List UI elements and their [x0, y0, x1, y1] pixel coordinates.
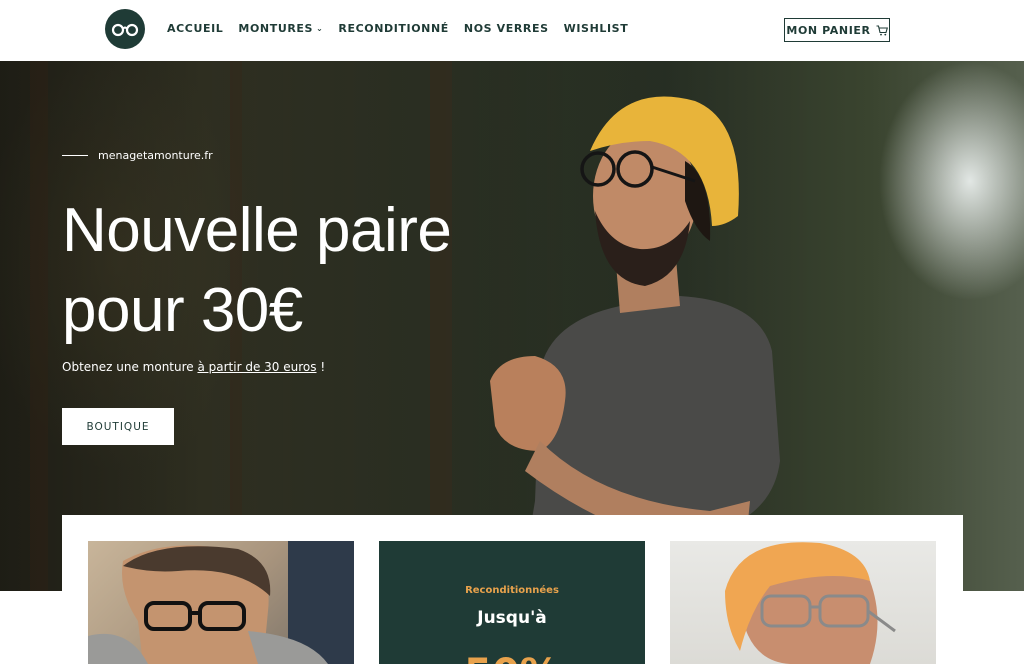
- nav-accueil-label: ACCUEIL: [167, 22, 224, 35]
- cart-button[interactable]: MON PANIER: [784, 18, 890, 42]
- nav-nos-verres[interactable]: NOS VERRES: [464, 22, 549, 35]
- card-photo-woman-glasses[interactable]: [670, 541, 936, 664]
- glasses-icon: [111, 23, 139, 37]
- hero-tagline: menagetamonture.fr: [62, 149, 213, 162]
- hero-title: Nouvelle paire pour 30€: [62, 191, 532, 351]
- hero-title-line2: pour 30€: [62, 276, 303, 345]
- hero-title-line1: Nouvelle paire: [62, 196, 452, 265]
- cart-button-label: MON PANIER: [786, 23, 871, 37]
- price-link[interactable]: à partir de 30 euros: [197, 360, 316, 374]
- nav-nos-verres-label: NOS VERRES: [463, 22, 549, 35]
- site-header: ACCUEIL MONTURES ⌄ RECONDITIONNÉ NOS VERR…: [0, 0, 1024, 61]
- hero-subtitle: Obtenez une monture à partir de 30 euros…: [62, 360, 325, 374]
- boutique-button[interactable]: BOUTIQUE: [62, 408, 174, 445]
- chevron-down-icon: ⌄: [316, 24, 324, 33]
- nav-montures-label: MONTURES: [238, 22, 314, 35]
- nav-reconditionne-label: RECONDITIONNÉ: [338, 22, 449, 35]
- card-photo-man-glasses[interactable]: [88, 541, 354, 664]
- subtitle-suffix: !: [316, 360, 326, 374]
- woman-glasses-photo: [725, 542, 896, 664]
- main-nav: ACCUEIL MONTURES ⌄ RECONDITIONNÉ NOS VERR…: [167, 22, 628, 35]
- promo-kicker: Reconditionnées: [465, 585, 559, 596]
- nav-accueil[interactable]: ACCUEIL: [167, 22, 223, 35]
- glasses-logo[interactable]: [105, 9, 145, 49]
- man-glasses-photo: [88, 541, 354, 664]
- tagline-text: menagetamonture.fr: [98, 149, 213, 162]
- promo-discount: 50%: [379, 651, 645, 664]
- cart-icon: [876, 24, 888, 35]
- tagline-rule: [62, 155, 88, 156]
- nav-wishlist[interactable]: WISHLIST: [564, 22, 629, 35]
- subtitle-prefix: Obtenez une monture: [62, 360, 198, 374]
- nav-montures[interactable]: MONTURES ⌄: [238, 22, 323, 35]
- card-promo-reconditionnees[interactable]: Reconditionnées Jusqu'à 50%: [379, 541, 645, 664]
- nav-reconditionne[interactable]: RECONDITIONNÉ: [338, 22, 449, 35]
- nav-wishlist-label: WISHLIST: [563, 22, 629, 35]
- hero-banner: menagetamonture.fr Nouvelle paire pour 3…: [0, 61, 1024, 591]
- promo-title: Jusqu'à: [477, 608, 547, 628]
- boutique-button-label: BOUTIQUE: [86, 420, 150, 433]
- category-cards: Reconditionnées Jusqu'à 50%: [62, 515, 963, 664]
